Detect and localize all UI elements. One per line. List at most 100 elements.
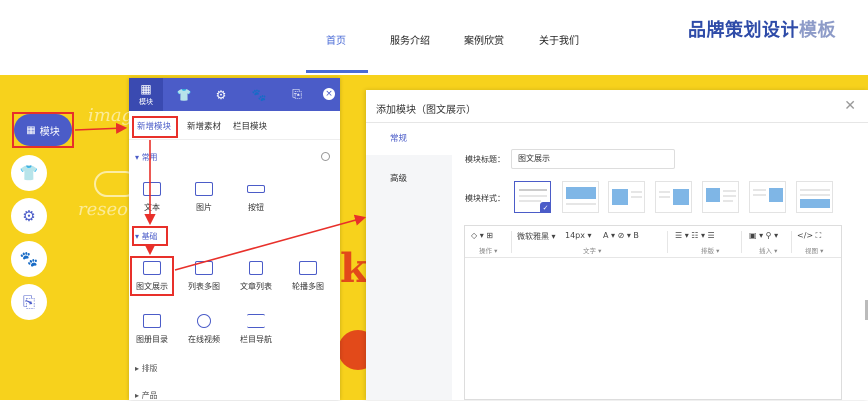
search-icon[interactable] xyxy=(321,152,330,161)
style-option[interactable]: ✓ xyxy=(514,181,551,213)
check-icon: ✓ xyxy=(540,202,551,213)
module-album[interactable]: 图册目录 xyxy=(131,314,173,345)
style-preview xyxy=(753,188,783,202)
nav-item-about[interactable]: 关于我们 xyxy=(539,32,579,47)
module-label: 栏目导航 xyxy=(240,335,272,344)
section-product[interactable]: ▸ 产品 xyxy=(135,390,158,401)
dialog-tab-advanced[interactable]: 高级 xyxy=(366,163,452,195)
image-icon xyxy=(195,182,213,196)
rich-text-editor[interactable]: ◇ ▾ ⊞ 操作 ▾ 微软雅黑 ▾ 14px ▾ A ▾ ⊘ ▾ B 文字 ▾ … xyxy=(464,225,842,400)
style-option[interactable] xyxy=(608,181,645,213)
text-icon xyxy=(143,182,161,196)
module-label: 在线视频 xyxy=(188,335,220,344)
layout-group-label[interactable]: 排版 ▾ xyxy=(701,245,719,255)
module-title-input[interactable]: 图文展示 xyxy=(511,149,675,169)
style-option[interactable] xyxy=(562,181,599,213)
style-option[interactable] xyxy=(749,181,786,213)
module-video[interactable]: 在线视频 xyxy=(183,314,225,345)
highlight-box xyxy=(132,116,178,138)
editor-toolbar: ◇ ▾ ⊞ 操作 ▾ 微软雅黑 ▾ 14px ▾ A ▾ ⊘ ▾ B 文字 ▾ … xyxy=(465,226,841,258)
highlight-box xyxy=(12,112,74,148)
close-icon[interactable]: ✕ xyxy=(844,98,856,114)
module-label: 图册目录 xyxy=(136,335,168,344)
close-icon[interactable]: × xyxy=(323,88,335,100)
text-format-tools[interactable]: A ▾ ⊘ ▾ B xyxy=(603,231,639,240)
panel-tab-theme[interactable]: 👕 xyxy=(167,78,201,111)
style-option[interactable] xyxy=(655,181,692,213)
module-column-nav[interactable]: 栏目导航 xyxy=(235,314,277,345)
grid-icon: ▦ xyxy=(140,82,152,96)
add-module-dialog: 添加模块（图文展示） ✕ 常规 高级 模块标题： 图文展示 模块样式： ✓ ◇ … xyxy=(366,90,868,400)
paw-icon: 🐾 xyxy=(19,250,39,268)
paw-icon: 🐾 xyxy=(251,87,267,102)
font-family-select[interactable]: 微软雅黑 ▾ xyxy=(517,231,556,242)
dialog-title: 添加模块（图文展示） xyxy=(376,105,476,116)
article-list-icon xyxy=(249,261,263,275)
section-common[interactable]: ▾ 常用 xyxy=(135,152,158,163)
style-preview xyxy=(566,187,596,205)
divider xyxy=(791,231,792,253)
style-preview xyxy=(612,189,642,205)
style-option[interactable] xyxy=(796,181,833,213)
panel-tab-pets[interactable]: 🐾 xyxy=(242,78,276,111)
nav-item-cases[interactable]: 案例欣赏 xyxy=(464,32,504,47)
gear-icon: ⚙ xyxy=(215,87,227,102)
module-label: 图片 xyxy=(196,203,212,212)
dialog-tab-general[interactable]: 常规 xyxy=(366,123,453,155)
nav-active-underline xyxy=(306,70,368,73)
panel-tab-modules[interactable]: ▦ 模块 xyxy=(129,78,163,111)
shirt-icon: 👕 xyxy=(176,87,192,102)
module-image[interactable]: 图片 xyxy=(183,182,225,213)
module-article-list[interactable]: 文章列表 xyxy=(235,261,277,292)
highlight-box xyxy=(130,256,174,296)
style-preview xyxy=(800,189,830,208)
brand-logo: 品牌策划设计模板 xyxy=(688,16,836,42)
op-tools[interactable]: ◇ ▾ ⊞ xyxy=(471,231,493,240)
deco-letter: k xyxy=(340,245,368,292)
view-tools[interactable]: </> ⛶ xyxy=(797,231,821,241)
pets-button[interactable]: 🐾 xyxy=(11,241,47,277)
brand-muted-text: 模板 xyxy=(799,20,836,41)
brand-main-text: 品牌策划设计 xyxy=(688,20,799,41)
highlight-box xyxy=(132,226,168,246)
subtab-column-module[interactable]: 栏目模块 xyxy=(233,120,267,132)
divider xyxy=(511,231,512,253)
panel-tab-stamp[interactable]: ⎘ xyxy=(280,78,314,111)
module-button-item[interactable]: 按钮 xyxy=(235,182,277,213)
insert-group-label[interactable]: 插入 ▾ xyxy=(759,245,777,255)
theme-button[interactable]: 👕 xyxy=(11,155,47,191)
stamp-icon: ⎘ xyxy=(292,87,302,101)
divider xyxy=(741,231,742,253)
module-style-label: 模块样式： xyxy=(465,194,505,203)
stamp-button[interactable]: ⎘ xyxy=(11,284,47,320)
paragraph-tools[interactable]: ☰ ▾ ☷ ▾ ☰ xyxy=(675,231,715,240)
section-product-label: 产品 xyxy=(141,391,158,400)
module-label: 文本 xyxy=(144,203,160,212)
stamp-icon: ⎘ xyxy=(22,293,35,311)
op-group-label[interactable]: 操作 ▾ xyxy=(479,245,497,255)
module-label: 列表多图 xyxy=(188,282,220,291)
subtab-new-material[interactable]: 新增素材 xyxy=(187,120,221,132)
font-size-select[interactable]: 14px ▾ xyxy=(565,231,592,240)
deco-text: imag xyxy=(88,105,134,126)
module-text[interactable]: 文本 xyxy=(131,182,173,213)
nav-list-icon xyxy=(247,314,265,328)
style-option[interactable] xyxy=(702,181,739,213)
nav-item-home[interactable]: 首页 xyxy=(326,32,346,47)
carousel-icon xyxy=(299,261,317,275)
module-list-images[interactable]: 列表多图 xyxy=(183,261,225,292)
deco-text: reseo xyxy=(78,199,128,220)
style-preview xyxy=(659,189,689,205)
view-group-label[interactable]: 视图 ▾ xyxy=(805,245,823,255)
play-icon xyxy=(197,314,211,328)
text-group-label[interactable]: 文字 ▾ xyxy=(583,245,601,255)
settings-button[interactable]: ⚙ xyxy=(11,198,47,234)
insert-tools[interactable]: ▣ ▾ ⚲ ▾ xyxy=(749,231,778,240)
panel-tab-settings[interactable]: ⚙ xyxy=(204,78,238,111)
gear-icon: ⚙ xyxy=(22,207,36,225)
module-carousel[interactable]: 轮播多图 xyxy=(287,261,329,292)
divider xyxy=(667,231,668,253)
module-title-label: 模块标题： xyxy=(465,155,505,164)
section-layout[interactable]: ▸ 排版 xyxy=(135,363,158,374)
nav-item-services[interactable]: 服务介绍 xyxy=(390,32,430,47)
